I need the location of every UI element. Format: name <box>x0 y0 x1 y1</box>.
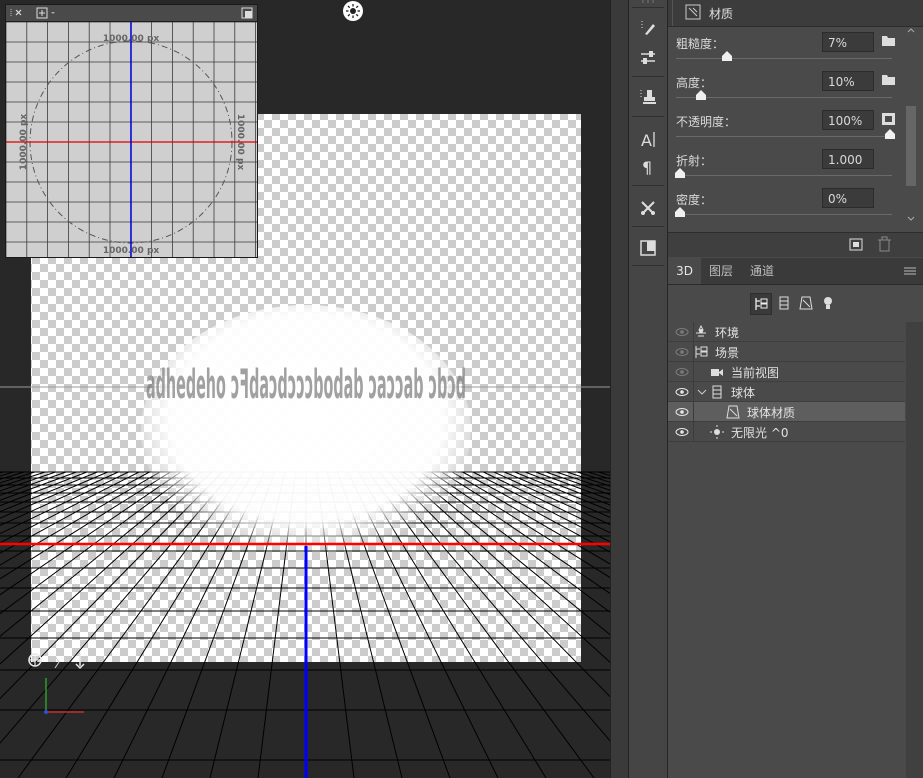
swap-view-icon[interactable] <box>241 7 253 19</box>
dimension-bottom-label: 1000.00 px <box>103 246 160 256</box>
character-icon[interactable]: A <box>633 126 663 152</box>
3d-viewport[interactable]: adhedeho ɔꟻdaɔdɔɔɔbodab ɔaɔɔab ɔbɔd 1000… <box>0 0 610 778</box>
panel-dock-strip <box>610 0 629 778</box>
refraction-slider-thumb[interactable] <box>675 168 685 178</box>
opacity-slider-track[interactable] <box>676 136 892 137</box>
tree-row-environment[interactable]: 环境 <box>668 322 905 342</box>
properties-footer <box>668 232 923 257</box>
mesh-icon <box>712 385 722 399</box>
paragraph-icon[interactable]: ¶ <box>633 153 663 179</box>
tree-row-sphere[interactable]: 球体 <box>668 382 905 402</box>
sphere-3d-text: adhedeho ɔꟻdaɔdɔɔɔbodab ɔaɔɔab ɔbɔd <box>146 362 466 409</box>
tree-label: 当前视图 <box>731 366 780 380</box>
height-label: 高度： <box>676 76 713 90</box>
tree-label: 场景 <box>715 346 740 360</box>
close-icon[interactable] <box>15 9 22 16</box>
camera-icon <box>711 369 723 376</box>
refraction-slider-track[interactable] <box>676 175 892 176</box>
roughness-slider-track[interactable] <box>676 58 892 59</box>
properties-panel: 材质 粗糙度： 7% 高度： 10% 不透明度： 100% 折射： 1.000 … <box>668 0 923 778</box>
opacity-label: 不透明度： <box>676 115 737 129</box>
lights-filter-icon[interactable] <box>818 293 838 313</box>
opacity-slider-thumb[interactable] <box>884 129 895 139</box>
visibility-eye-icon[interactable] <box>675 345 689 359</box>
materials-filter-icon[interactable] <box>796 293 816 313</box>
light-icon <box>710 425 724 439</box>
roughness-field[interactable]: 7% <box>822 32 874 52</box>
refraction-row: 折射： 1.000 <box>675 149 908 187</box>
chevron-down-icon[interactable] <box>697 385 711 399</box>
environment-icon <box>696 325 706 337</box>
layer-comps-icon[interactable] <box>633 235 663 261</box>
tool-presets-icon[interactable] <box>633 195 663 221</box>
opacity-row: 不透明度： 100% <box>676 110 908 148</box>
panel-menu-icon[interactable] <box>904 266 916 276</box>
sphere[interactable] <box>141 305 471 555</box>
tree-row-scene[interactable]: 场景 <box>668 342 905 362</box>
tree-row-current-view[interactable]: 当前视图 <box>668 362 905 382</box>
view-select-icon[interactable] <box>36 7 55 19</box>
secondary-view-canvas: 1000.00 px 1000.00 px 1000.00 px 1000.00… <box>6 22 257 257</box>
tree-row-sphere-material[interactable]: 球体材质 <box>668 402 905 422</box>
height-row: 高度： 10% <box>676 71 908 109</box>
delete-icon[interactable] <box>878 236 891 252</box>
properties-tab-label[interactable]: 材质 <box>709 5 733 22</box>
3d-filter-bar <box>668 285 923 319</box>
height-slider-thumb[interactable] <box>696 90 707 100</box>
dimension-left-label: 1000.00 px <box>19 114 29 171</box>
adjustments-sliders-icon[interactable] <box>633 44 663 70</box>
brush-presets-icon[interactable] <box>633 15 663 41</box>
tab-3d[interactable]: 3D <box>668 258 701 284</box>
visibility-eye-icon[interactable] <box>675 425 689 439</box>
tree-row-infinite-light[interactable]: 无限光 ^0 <box>668 422 905 442</box>
scene-icon <box>695 346 708 358</box>
clone-source-icon[interactable] <box>633 84 663 110</box>
height-field[interactable]: 10% <box>822 71 874 91</box>
roughness-slider-thumb[interactable] <box>721 51 732 61</box>
visibility-eye-icon[interactable] <box>675 325 689 339</box>
tab-layers[interactable]: 图层 <box>702 258 740 284</box>
tab-channels[interactable]: 通道 <box>742 258 782 284</box>
density-field[interactable]: 0% <box>822 188 874 208</box>
properties-scrollbar[interactable] <box>905 28 917 228</box>
3d-scene-tree: 环境 场景 当前视图 球体 球体材质 无限光 ^0 <box>668 322 905 442</box>
panel-icon-column: A ¶ <box>629 0 668 778</box>
dimension-top-label: 1000.00 px <box>103 34 160 44</box>
visibility-eye-icon[interactable] <box>675 385 689 399</box>
visibility-eye-icon[interactable] <box>675 365 689 379</box>
roughness-row: 粗糙度： 7% <box>676 32 908 70</box>
new-material-icon[interactable] <box>849 238 863 251</box>
density-slider-track[interactable] <box>676 214 892 215</box>
svg-text:¶: ¶ <box>642 158 652 176</box>
tree-scrollbar[interactable] <box>906 322 923 778</box>
refraction-label: 折射： <box>676 154 713 168</box>
properties-header: 材质 <box>668 0 923 27</box>
height-slider-track[interactable] <box>676 97 892 98</box>
opacity-field[interactable]: 100% <box>822 110 874 130</box>
panel-3d-tabs: 3D 图层 通道 <box>668 258 923 285</box>
tree-label: 环境 <box>715 326 740 340</box>
material-icon <box>726 405 740 419</box>
density-label: 密度： <box>676 193 713 207</box>
secondary-view-widget[interactable]: 1000.00 px 1000.00 px 1000.00 px 1000.00… <box>5 4 258 258</box>
whole-scene-filter-icon[interactable] <box>750 293 772 315</box>
roughness-texture-icon[interactable] <box>882 35 896 47</box>
roughness-label: 粗糙度： <box>676 37 725 51</box>
secondary-view-titlebar[interactable] <box>6 5 257 22</box>
height-texture-icon[interactable] <box>882 74 896 86</box>
opacity-texture-icon[interactable] <box>882 113 896 125</box>
svg-text:A: A <box>641 131 652 149</box>
refraction-field[interactable]: 1.000 <box>822 149 874 169</box>
material-tab-icon[interactable] <box>685 4 701 20</box>
density-row: 密度： 0% <box>675 188 908 226</box>
tree-label: 球体材质 <box>747 406 796 420</box>
dimension-right-label: 1000.00 px <box>235 114 245 171</box>
visibility-eye-icon[interactable] <box>675 405 689 419</box>
light-source-icon[interactable] <box>342 0 364 22</box>
meshes-filter-icon[interactable] <box>774 293 794 313</box>
density-slider-thumb[interactable] <box>675 207 685 217</box>
tree-label: 无限光 ^0 <box>731 426 789 440</box>
tree-label: 球体 <box>731 386 756 400</box>
